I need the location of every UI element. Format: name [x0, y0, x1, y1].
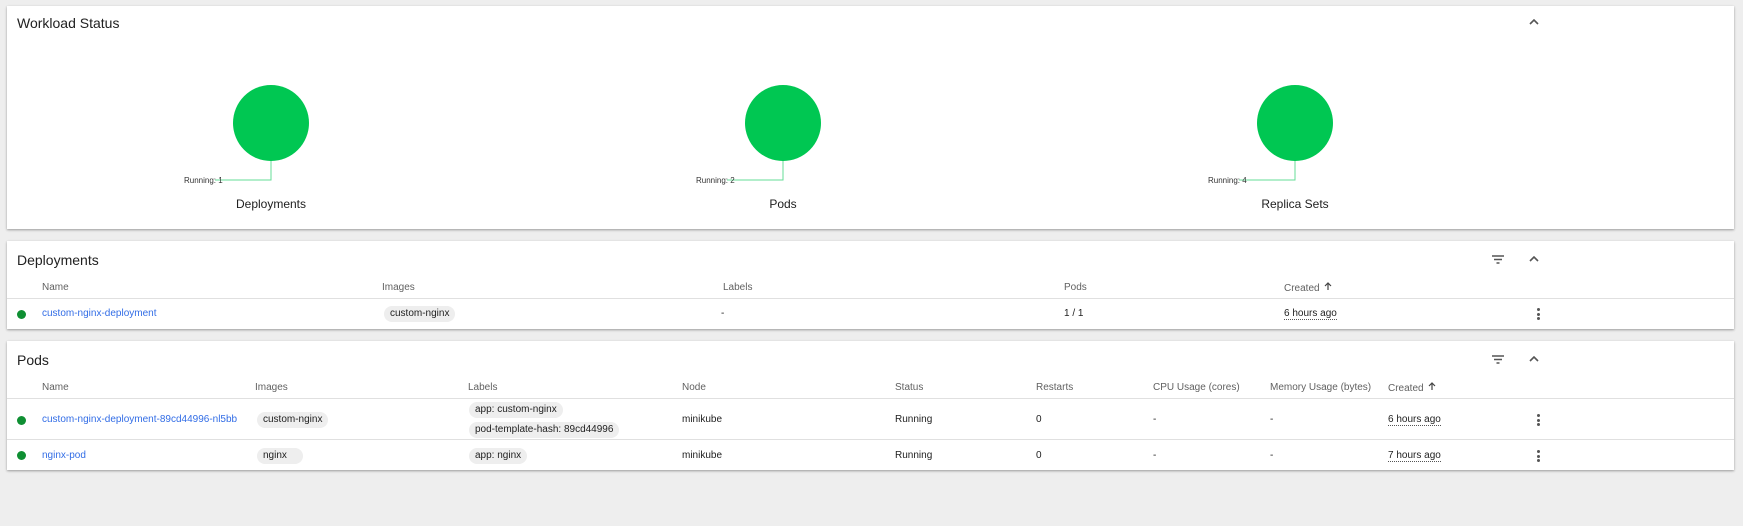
collapse-chevron-up-icon[interactable] [1524, 12, 1544, 32]
node-value: minikube [682, 414, 723, 425]
image-chip: nginx [257, 448, 303, 464]
filter-icon[interactable] [1488, 249, 1508, 269]
deployments-title: Deployments [17, 252, 99, 268]
column-header-restarts: Restarts [1036, 382, 1074, 393]
column-header-memory: Memory Usage (bytes) [1270, 382, 1372, 393]
workload-status-title: Workload Status [17, 15, 120, 31]
arrow-up-icon [1324, 282, 1332, 290]
more-vert-icon[interactable] [1531, 412, 1545, 428]
pods-card: Pods Name Images Labels Node Status Rest… [7, 341, 1734, 470]
created-value: 6 hours ago [1284, 308, 1337, 320]
column-header-created[interactable]: Created [1388, 382, 1436, 394]
column-header-images: Images [255, 382, 288, 393]
column-header-pods: Pods [1064, 282, 1087, 293]
status-running-icon [17, 451, 26, 460]
cpu-value: - [1153, 450, 1157, 461]
label-chip: app: custom-nginx [469, 402, 563, 418]
column-header-status: Status [895, 382, 924, 393]
status-value: Running [895, 414, 933, 425]
replica-sets-running-label: Running: 4 [1208, 176, 1247, 185]
pods-title: Pods [17, 352, 49, 368]
filter-icon[interactable] [1488, 349, 1508, 369]
deployments-caption: Deployments [235, 197, 307, 211]
column-header-created-label: Created [1284, 283, 1320, 294]
more-vert-icon[interactable] [1531, 306, 1545, 322]
pod-name-link[interactable]: custom-nginx-deployment-89cd44996-nl5bb [42, 414, 237, 425]
collapse-chevron-up-icon[interactable] [1524, 349, 1544, 369]
pods-value: 1 / 1 [1064, 308, 1084, 319]
deployments-running-label: Running: 1 [184, 176, 223, 185]
created-value: 6 hours ago [1388, 414, 1441, 426]
labels-value: - [721, 308, 725, 319]
created-value: 7 hours ago [1388, 450, 1441, 462]
arrow-up-icon [1428, 382, 1436, 390]
status-deployments: Running: 1 Deployments [181, 6, 361, 226]
column-header-name[interactable]: Name [42, 382, 69, 393]
status-pods: Running: 2 Pods [693, 6, 873, 226]
restarts-value: 0 [1036, 414, 1042, 425]
label-chip: app: nginx [469, 448, 528, 464]
pods-running-label: Running: 2 [696, 176, 735, 185]
row-divider [7, 439, 1734, 440]
memory-value: - [1270, 414, 1274, 425]
memory-value: - [1270, 450, 1274, 461]
more-vert-icon[interactable] [1531, 448, 1545, 464]
status-value: Running [895, 450, 933, 461]
column-header-created-label: Created [1388, 383, 1424, 394]
status-replica-sets: Running: 4 Replica Sets [1205, 6, 1385, 226]
image-chip: custom-nginx [384, 306, 456, 322]
column-header-name[interactable]: Name [42, 282, 69, 293]
node-value: minikube [682, 450, 723, 461]
cpu-value: - [1153, 414, 1157, 425]
column-header-created[interactable]: Created [1284, 282, 1332, 294]
header-divider [7, 298, 1734, 299]
collapse-chevron-up-icon[interactable] [1524, 249, 1544, 269]
status-running-icon [17, 416, 26, 425]
label-chip: pod-template-hash: 89cd44996 [469, 422, 620, 438]
image-chip: custom-nginx [257, 412, 329, 428]
column-header-cpu: CPU Usage (cores) [1153, 382, 1240, 393]
column-header-labels: Labels [468, 382, 498, 393]
deployment-name-link[interactable]: custom-nginx-deployment [42, 308, 157, 319]
status-running-icon [17, 310, 26, 319]
restarts-value: 0 [1036, 450, 1042, 461]
column-header-node: Node [682, 382, 706, 393]
pod-name-link[interactable]: nginx-pod [42, 450, 86, 461]
column-header-images: Images [382, 282, 415, 293]
deployments-card: Deployments Name Images Labels Pods Crea… [7, 241, 1734, 329]
column-header-labels: Labels [723, 282, 753, 293]
header-divider [7, 398, 1734, 399]
replica-sets-caption: Replica Sets [1261, 197, 1329, 211]
workload-status-card: Workload Status Running: 1 Deployments R… [7, 6, 1734, 229]
pods-caption: Pods [769, 197, 797, 211]
